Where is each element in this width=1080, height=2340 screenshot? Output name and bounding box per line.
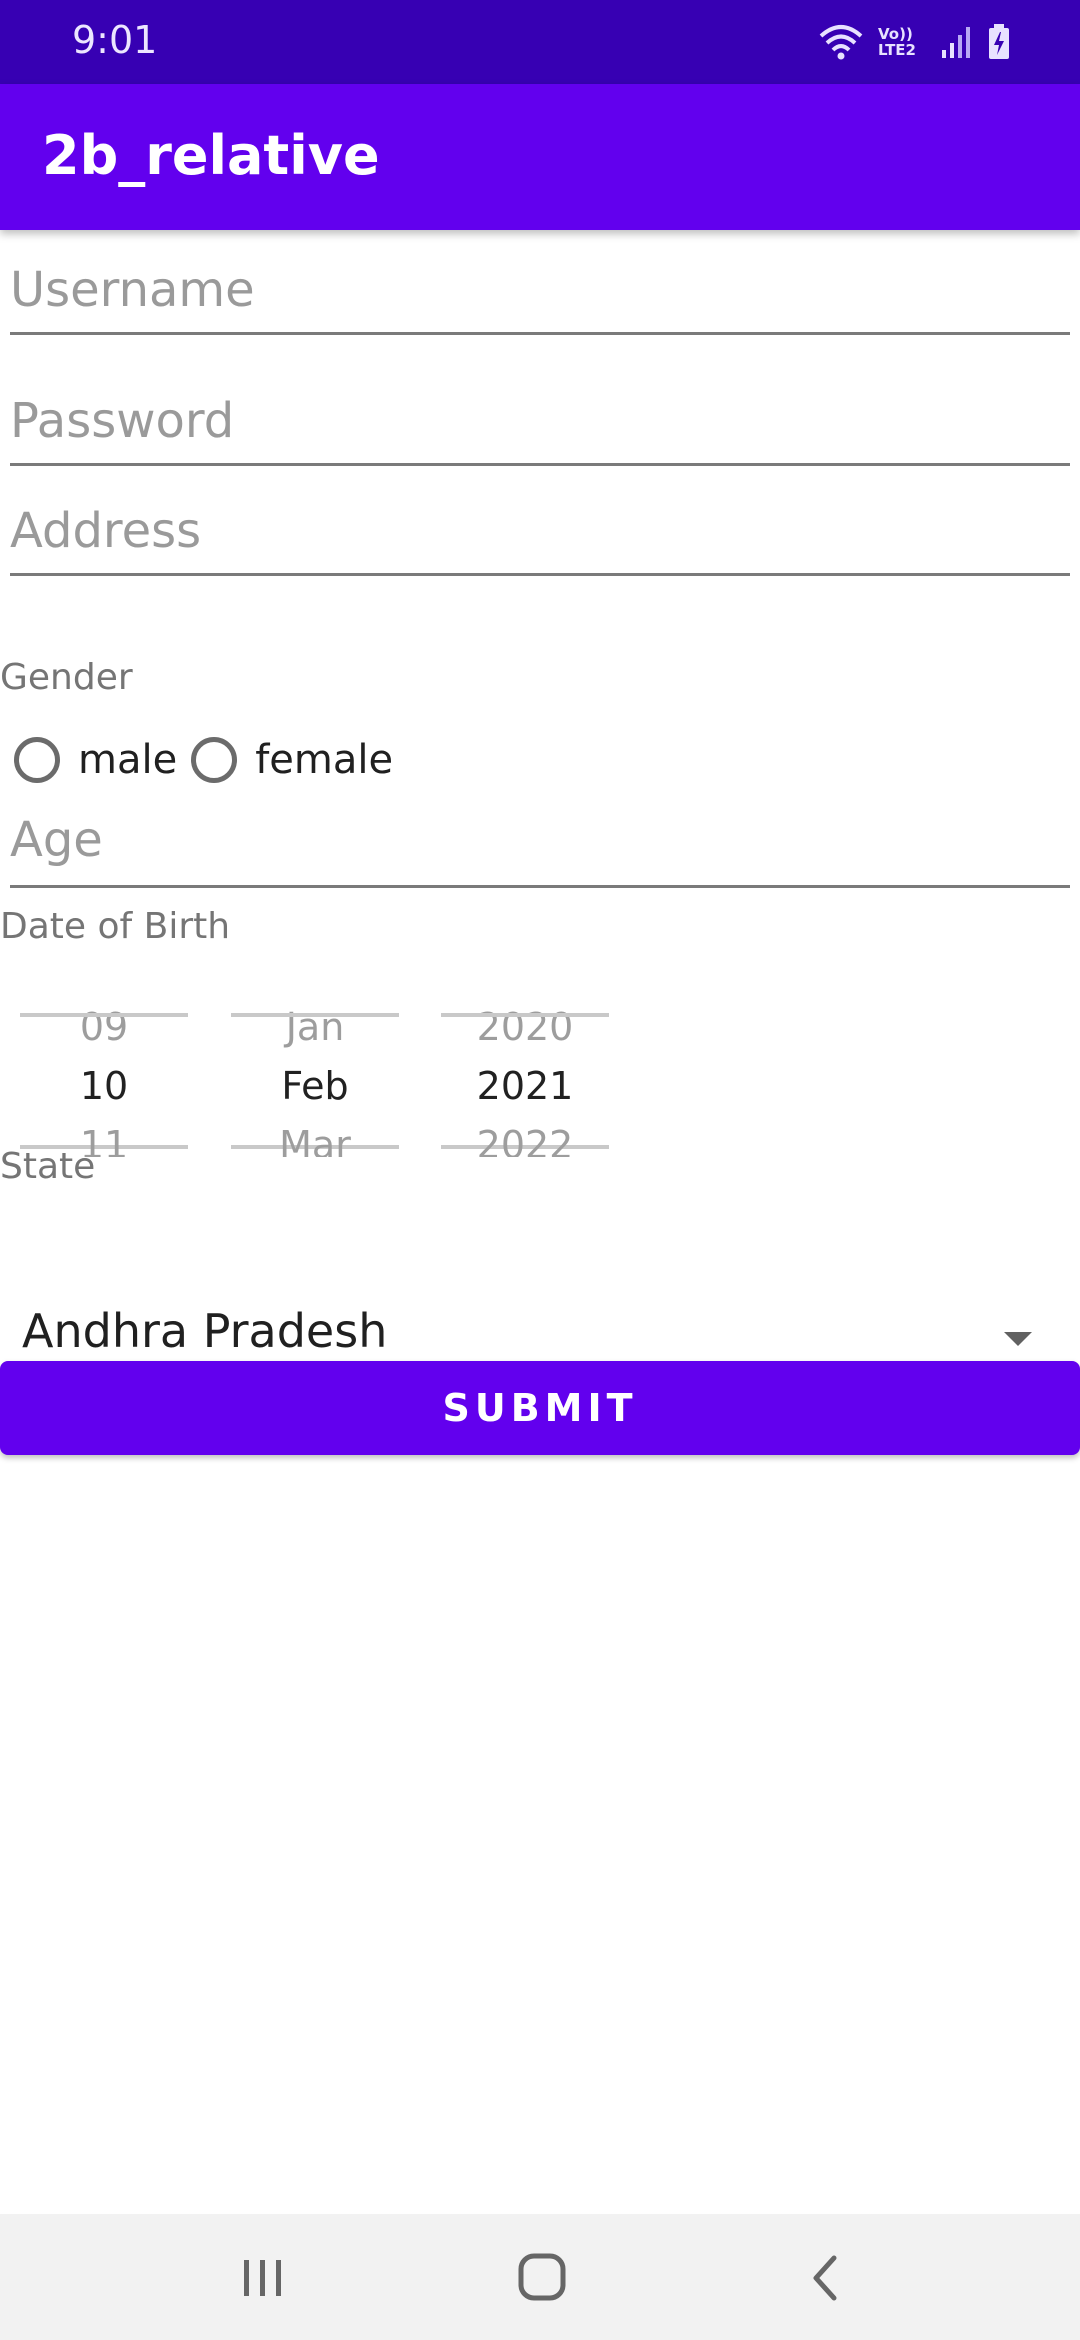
year-prev[interactable]: 2020 xyxy=(441,1005,609,1049)
dropdown-arrow-icon xyxy=(1004,1332,1032,1346)
home-icon[interactable] xyxy=(512,2250,572,2306)
year-next[interactable]: 2022 xyxy=(441,1123,609,1157)
navigation-bar xyxy=(0,2214,1080,2340)
state-label: State xyxy=(0,1146,96,1187)
signal-icon xyxy=(942,27,970,58)
username-input[interactable] xyxy=(10,262,1070,318)
battery-charging-icon xyxy=(989,24,1009,59)
year-selected[interactable]: 2021 xyxy=(441,1064,609,1108)
day-prev[interactable]: 09 xyxy=(20,1005,188,1049)
username-field-container xyxy=(10,262,1070,335)
age-input[interactable] xyxy=(10,812,1070,868)
wifi-icon xyxy=(819,25,863,60)
state-spinner[interactable]: Andhra Pradesh xyxy=(0,1300,1080,1362)
password-field-container xyxy=(10,393,1070,466)
state-selected-value: Andhra Pradesh xyxy=(22,1304,388,1358)
picker-divider xyxy=(231,1013,399,1017)
month-next[interactable]: Mar xyxy=(231,1123,399,1157)
month-picker[interactable]: Jan Feb Mar xyxy=(231,1005,399,1157)
month-prev[interactable]: Jan xyxy=(231,1005,399,1049)
radio-circle-icon xyxy=(14,737,60,783)
radio-female-label: female xyxy=(255,737,394,783)
submit-button[interactable]: SUBMIT xyxy=(0,1361,1080,1455)
radio-circle-icon xyxy=(191,737,238,783)
status-time: 9:01 xyxy=(72,18,158,62)
day-selected[interactable]: 10 xyxy=(20,1064,188,1108)
status-bar: 9:01 Vo)) LTE2 xyxy=(0,0,1080,84)
gender-radio-group: male female xyxy=(14,737,407,783)
status-icons: Vo)) LTE2 xyxy=(818,20,1010,64)
password-input[interactable] xyxy=(10,393,1070,449)
radio-male[interactable]: male xyxy=(14,737,177,783)
app-title: 2b_relative xyxy=(42,124,380,187)
age-field-container xyxy=(10,812,1070,888)
radio-female[interactable]: female xyxy=(191,737,393,783)
dob-label: Date of Birth xyxy=(0,906,231,947)
month-selected[interactable]: Feb xyxy=(231,1064,399,1108)
recents-icon[interactable] xyxy=(232,2250,292,2306)
back-icon[interactable] xyxy=(796,2250,856,2306)
day-picker[interactable]: 09 10 11 xyxy=(20,1005,188,1157)
app-bar: 2b_relative xyxy=(0,84,1080,230)
address-field-container xyxy=(10,503,1070,576)
gender-label: Gender xyxy=(0,657,133,698)
picker-divider xyxy=(441,1013,609,1017)
address-input[interactable] xyxy=(10,503,1070,559)
radio-male-label: male xyxy=(78,737,178,783)
volte-icon: Vo)) LTE2 xyxy=(878,25,916,59)
year-picker[interactable]: 2020 2021 2022 xyxy=(441,1005,609,1157)
picker-divider xyxy=(20,1013,188,1017)
